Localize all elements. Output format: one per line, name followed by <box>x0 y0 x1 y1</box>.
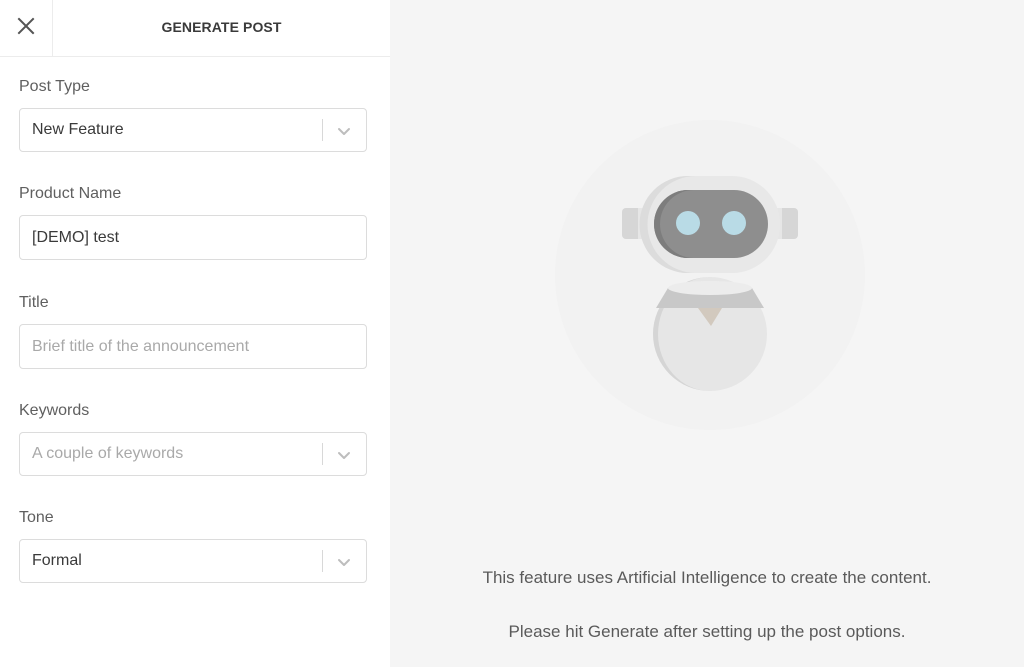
title-label: Title <box>19 294 49 311</box>
keywords-select[interactable]: A couple of keywords <box>19 432 367 476</box>
title-input[interactable] <box>20 325 366 368</box>
keywords-label: Keywords <box>19 402 90 419</box>
product-name-field[interactable] <box>19 215 367 260</box>
post-type-label: Post Type <box>19 78 90 95</box>
close-icon <box>17 17 35 40</box>
close-button[interactable] <box>0 0 53 56</box>
chevron-down-icon[interactable] <box>334 552 354 572</box>
product-name-label: Product Name <box>19 185 122 202</box>
title-field[interactable] <box>19 324 367 369</box>
robot-left-eye <box>676 211 700 235</box>
ai-info-text: This feature uses Artificial Intelligenc… <box>482 568 932 587</box>
robot-right-eye <box>722 211 746 235</box>
post-type-select[interactable]: New Feature <box>19 108 367 152</box>
panel-title: GENERATE POST <box>161 19 282 35</box>
tone-label: Tone <box>19 509 54 526</box>
generate-post-panel: GENERATE POST Post Type New Feature Prod… <box>0 0 390 667</box>
chevron-down-icon[interactable] <box>334 121 354 141</box>
chevron-down-icon[interactable] <box>334 445 354 465</box>
select-separator <box>322 550 323 572</box>
keywords-placeholder: A couple of keywords <box>32 445 184 462</box>
panel-header: GENERATE POST <box>0 0 390 57</box>
select-separator <box>322 119 323 141</box>
select-separator <box>322 443 323 465</box>
product-name-input[interactable] <box>20 216 366 259</box>
tone-value: Formal <box>32 552 82 569</box>
tone-select[interactable]: Formal <box>19 539 367 583</box>
generate-hint-text: Please hit Generate after setting up the… <box>508 622 906 641</box>
robot-visor <box>654 190 768 258</box>
robot-illustration <box>622 176 798 391</box>
preview-panel: This feature uses Artificial Intelligenc… <box>390 0 1024 667</box>
post-type-value: New Feature <box>32 121 124 138</box>
